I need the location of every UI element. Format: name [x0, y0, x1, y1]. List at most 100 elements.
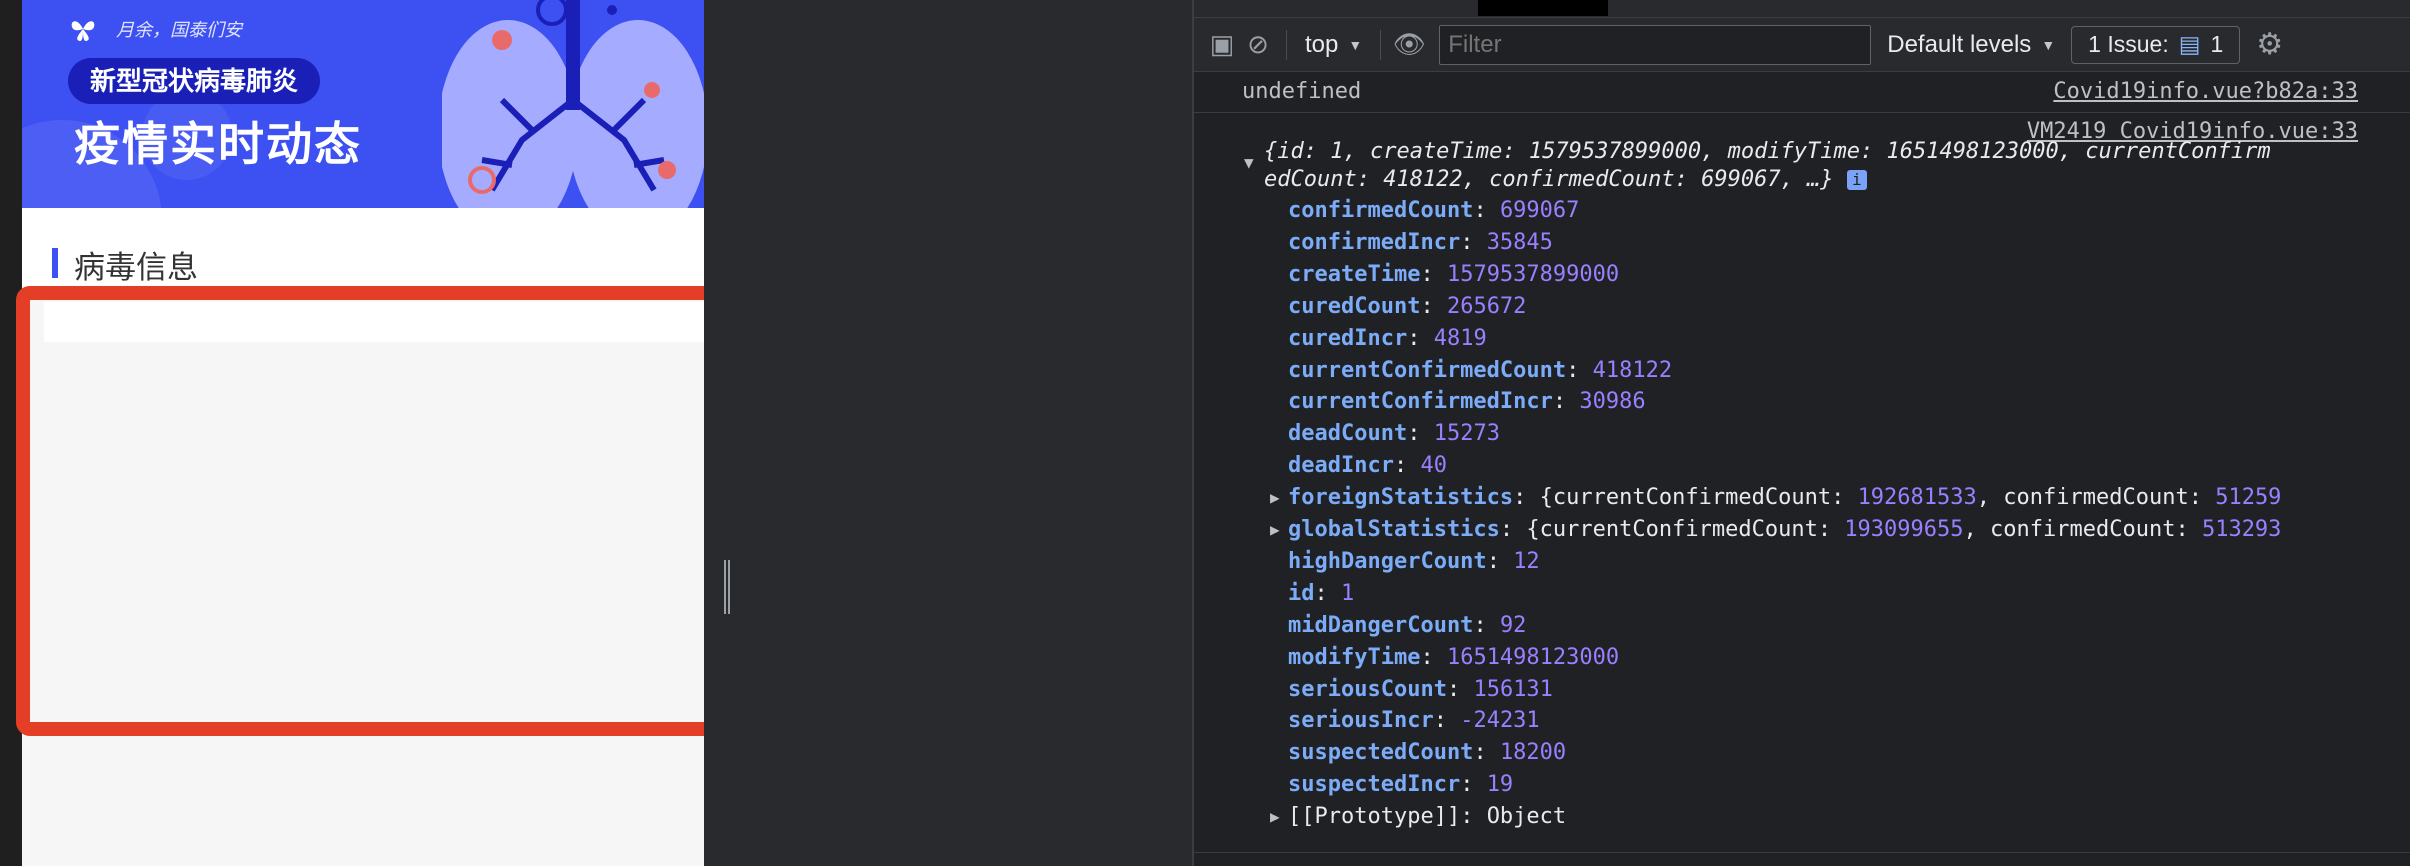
- message-icon: ▤: [2178, 31, 2201, 57]
- disease-title-pill: 新型冠状病毒肺炎: [68, 58, 321, 104]
- property-key: currentConfirmedCount: [1288, 357, 1567, 383]
- property-value: {currentConfirmedCount: 193099655, confi…: [1526, 517, 2282, 542]
- banner: 月余，国泰们安 新型冠状病毒肺炎 疫情实时动态: [22, 0, 704, 208]
- clear-console-icon[interactable]: ⊘: [1240, 29, 1276, 60]
- property-row[interactable]: highDangerCount: 12: [1288, 546, 1540, 578]
- context-selector[interactable]: top ▼: [1297, 31, 1370, 59]
- property-row[interactable]: curedIncr: 4819: [1288, 323, 1487, 355]
- property-row[interactable]: id: 1: [1288, 578, 1354, 610]
- property-separator: :: [1460, 772, 1487, 798]
- property-value: 12: [1513, 548, 1540, 574]
- log-levels-label: Default levels: [1887, 30, 2032, 58]
- property-row[interactable]: deadIncr: 40: [1288, 450, 1447, 482]
- property-key: suspectedIncr: [1288, 772, 1461, 798]
- property-separator: :: [1473, 198, 1500, 223]
- highlight-annotation-box: [16, 286, 720, 736]
- console-message: VM2419 Covid19info.vue:33 ▼ {id: 1, crea…: [1194, 113, 2410, 866]
- property-value: 156131: [1473, 676, 1553, 702]
- object-summary-line[interactable]: {id: 1, createTime: 1579537899000, modif…: [1264, 139, 2271, 164]
- section-header: 病毒信息: [22, 208, 704, 288]
- property-key: confirmedIncr: [1288, 229, 1461, 255]
- redacted-block: [1478, 0, 1608, 16]
- property-separator: :: [1420, 261, 1447, 287]
- property-separator: :: [1407, 325, 1434, 351]
- property-value: 699067: [1499, 198, 1580, 223]
- issues-button[interactable]: 1 Issue: ▤ 1: [2071, 25, 2241, 64]
- property-row[interactable]: currentConfirmedCount: 418122: [1288, 355, 1672, 387]
- property-value: 35845: [1486, 229, 1553, 255]
- property-value: 265672: [1446, 293, 1527, 319]
- property-key: deadCount: [1288, 421, 1408, 447]
- property-value: Object: [1486, 804, 1567, 830]
- property-separator: :: [1566, 357, 1593, 383]
- property-row[interactable]: [[Prototype]]: Object: [1288, 801, 1566, 833]
- property-key: createTime: [1288, 261, 1421, 287]
- property-value: 92: [1499, 612, 1527, 638]
- property-key: globalStatistics: [1288, 517, 1500, 542]
- section-title: 病毒信息: [74, 250, 198, 285]
- property-row[interactable]: createTime: 1579537899000: [1288, 259, 1619, 291]
- property-separator: :: [1420, 644, 1447, 670]
- resize-handle[interactable]: [724, 560, 730, 614]
- property-key: curedIncr: [1288, 325, 1408, 351]
- expand-triangle-icon[interactable]: ▶: [1270, 807, 1280, 826]
- property-row[interactable]: globalStatistics: {currentConfirmedCount…: [1288, 514, 2281, 546]
- property-value: 418122: [1592, 357, 1673, 383]
- property-separator: :: [1433, 708, 1461, 734]
- gear-icon[interactable]: ⚙: [2256, 27, 2283, 62]
- property-value: {currentConfirmedCount: 192681533, confi…: [1539, 485, 2282, 511]
- expand-triangle-icon[interactable]: ▶: [1270, 488, 1280, 507]
- property-value: 1579537899000: [1446, 261, 1620, 287]
- console-message: undefined Covid19info.vue?b82a:33: [1194, 73, 2410, 113]
- toolbar-separator: [1380, 29, 1382, 60]
- property-separator: :: [1446, 676, 1474, 702]
- property-row[interactable]: confirmedIncr: 35845: [1288, 227, 1553, 259]
- info-icon[interactable]: i: [1846, 170, 1867, 190]
- slogan-row: 月余，国泰们安: [68, 14, 242, 44]
- property-key: midDangerCount: [1288, 612, 1474, 638]
- source-link[interactable]: Covid19info.vue?b82a:33: [2053, 79, 2358, 104]
- property-separator: :: [1420, 293, 1447, 319]
- expand-triangle-icon[interactable]: ▶: [1270, 520, 1280, 539]
- property-key: confirmedCount: [1288, 198, 1474, 223]
- property-row[interactable]: modifyTime: 1651498123000: [1288, 642, 1619, 674]
- slogan-text: 月余，国泰们安: [116, 20, 242, 41]
- log-levels-dropdown[interactable]: Default levels ▼: [1887, 31, 2055, 59]
- property-row[interactable]: deadCount: 15273: [1288, 418, 1500, 450]
- property-value: 15273: [1433, 421, 1500, 447]
- property-row[interactable]: midDangerCount: 92: [1288, 610, 1526, 642]
- sidebar-toggle-icon[interactable]: ▣: [1204, 29, 1240, 60]
- property-key: seriousIncr: [1288, 708, 1434, 734]
- issues-label: 1 Issue:: [2088, 31, 2169, 57]
- property-row[interactable]: seriousIncr: -24231: [1288, 705, 1540, 737]
- console-toolbar: ▣ ⊘ top ▼ 👁 Default levels ▼ 1 Issue: ▤ …: [1194, 18, 2410, 72]
- property-row[interactable]: suspectedCount: 18200: [1288, 737, 1566, 769]
- property-value: 19: [1486, 772, 1514, 798]
- console-messages: undefined Covid19info.vue?b82a:33 VM2419…: [1194, 73, 2410, 866]
- property-row[interactable]: confirmedCount: 699067: [1288, 195, 1579, 227]
- property-value: 30986: [1579, 389, 1646, 415]
- property-separator: :: [1460, 229, 1487, 255]
- object-summary-line[interactable]: edCount: 418122, confirmedCount: 699067,…: [1264, 167, 1867, 192]
- property-key: currentConfirmedIncr: [1288, 389, 1553, 415]
- devtools-tabstrip: [1194, 0, 2410, 18]
- object-summary-text: {id: 1, createTime: 1579537899000, modif…: [1264, 139, 2271, 164]
- property-key: modifyTime: [1288, 644, 1421, 670]
- property-row[interactable]: currentConfirmedIncr: 30986: [1288, 386, 1646, 418]
- filter-input[interactable]: [1439, 24, 1872, 65]
- chevron-down-icon: ▼: [2041, 36, 2056, 53]
- status-divider: [1194, 852, 2410, 853]
- expand-triangle-icon[interactable]: ▼: [1244, 153, 1254, 172]
- property-row[interactable]: curedCount: 265672: [1288, 291, 1526, 323]
- property-value: -24231: [1460, 708, 1540, 734]
- property-value: 40: [1420, 453, 1447, 479]
- property-key: seriousCount: [1288, 676, 1447, 702]
- property-row[interactable]: foreignStatistics: {currentConfirmedCoun…: [1288, 482, 2281, 514]
- property-separator: :: [1393, 453, 1421, 479]
- eye-icon[interactable]: 👁: [1391, 29, 1427, 60]
- property-separator: :: [1407, 421, 1434, 447]
- lung-illustration-icon: [442, 0, 704, 208]
- property-key: [[Prototype]]: [1288, 804, 1461, 830]
- property-row[interactable]: seriousCount: 156131: [1288, 674, 1553, 706]
- property-row[interactable]: suspectedIncr: 19: [1288, 769, 1513, 801]
